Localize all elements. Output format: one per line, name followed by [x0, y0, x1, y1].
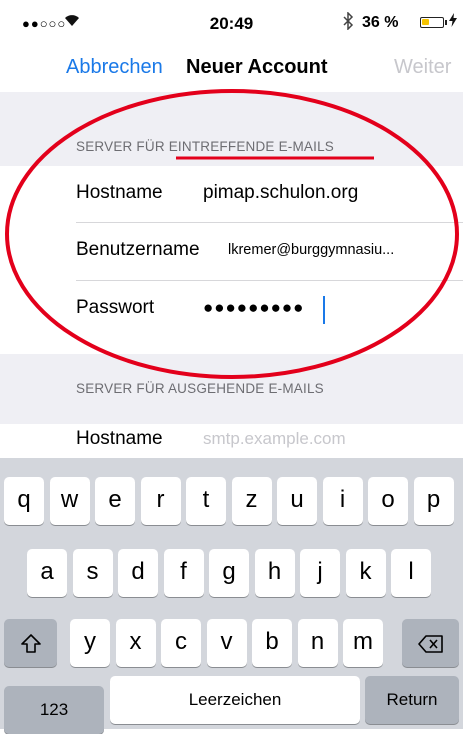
- key-v[interactable]: v: [206, 619, 247, 667]
- key-t[interactable]: t: [186, 477, 226, 525]
- key-h[interactable]: h: [254, 549, 295, 597]
- battery-level-fill: [422, 19, 429, 25]
- key-z[interactable]: z: [231, 477, 272, 525]
- key-q[interactable]: q: [4, 477, 44, 525]
- key-r[interactable]: r: [140, 477, 181, 525]
- incoming-username-field[interactable]: lkremer@burggymnasiu...: [228, 242, 394, 258]
- key-c[interactable]: c: [161, 619, 201, 667]
- shift-icon: [20, 629, 42, 656]
- outgoing-hostname-row[interactable]: Hostname smtp.example.com: [0, 424, 463, 458]
- numbers-key[interactable]: 123: [4, 686, 104, 734]
- return-key[interactable]: Return: [365, 676, 459, 724]
- key-f[interactable]: f: [163, 549, 204, 597]
- outgoing-hostname-label: Hostname: [76, 428, 163, 449]
- page-title: Neuer Account: [186, 56, 328, 78]
- key-y[interactable]: y: [70, 619, 110, 667]
- shift-key[interactable]: [4, 619, 57, 667]
- key-l[interactable]: l: [391, 549, 431, 597]
- incoming-section-header: [0, 92, 463, 166]
- incoming-username-row[interactable]: Benutzername lkremer@burggymnasiu...: [0, 223, 463, 277]
- incoming-username-label: Benutzername: [76, 239, 200, 260]
- delete-icon: [417, 629, 444, 656]
- key-k[interactable]: k: [345, 549, 386, 597]
- key-g[interactable]: g: [209, 549, 249, 597]
- bluetooth-icon: [342, 11, 354, 35]
- key-o[interactable]: o: [368, 477, 408, 525]
- delete-key[interactable]: [402, 619, 459, 667]
- incoming-password-row[interactable]: Passwort ●●●●●●●●●: [0, 281, 463, 335]
- key-e[interactable]: e: [95, 477, 135, 525]
- incoming-section-title: SERVER FÜR EINTREFFENDE E-MAILS: [76, 139, 334, 154]
- key-p[interactable]: p: [413, 477, 454, 525]
- incoming-hostname-field[interactable]: pimap.schulon.org: [203, 182, 358, 204]
- key-x[interactable]: x: [115, 619, 156, 667]
- key-d[interactable]: d: [118, 549, 158, 597]
- text-cursor: [323, 296, 325, 324]
- incoming-hostname-label: Hostname: [76, 182, 163, 203]
- battery-tip: [445, 20, 447, 25]
- key-u[interactable]: u: [277, 477, 317, 525]
- key-w[interactable]: w: [49, 477, 90, 525]
- key-i[interactable]: i: [322, 477, 363, 525]
- key-n[interactable]: n: [297, 619, 338, 667]
- incoming-password-field[interactable]: ●●●●●●●●●: [203, 298, 304, 318]
- key-j[interactable]: j: [300, 549, 340, 597]
- status-bar: ●●○○○ 20:49 36 %: [0, 0, 463, 44]
- key-s[interactable]: s: [72, 549, 113, 597]
- navigation-bar: Abbrechen Neuer Account Weiter: [0, 44, 463, 92]
- key-m[interactable]: m: [343, 619, 383, 667]
- battery-percentage: 36 %: [362, 14, 399, 31]
- outgoing-hostname-field[interactable]: smtp.example.com: [203, 429, 346, 449]
- battery-icon: [420, 17, 444, 28]
- incoming-hostname-row[interactable]: Hostname pimap.schulon.org: [0, 166, 463, 220]
- next-button[interactable]: Weiter: [394, 56, 451, 79]
- key-b[interactable]: b: [252, 619, 292, 667]
- incoming-password-label: Passwort: [76, 297, 155, 318]
- cancel-button[interactable]: Abbrechen: [66, 56, 163, 79]
- space-key[interactable]: Leerzeichen: [110, 676, 360, 724]
- outgoing-section-title: SERVER FÜR AUSGEHENDE E-MAILS: [76, 381, 324, 396]
- keyboard: qwertzuiop asdfghjkl yxcvbnm 123 Leerzei…: [0, 458, 463, 734]
- key-a[interactable]: a: [27, 549, 67, 597]
- charging-icon: [449, 13, 457, 30]
